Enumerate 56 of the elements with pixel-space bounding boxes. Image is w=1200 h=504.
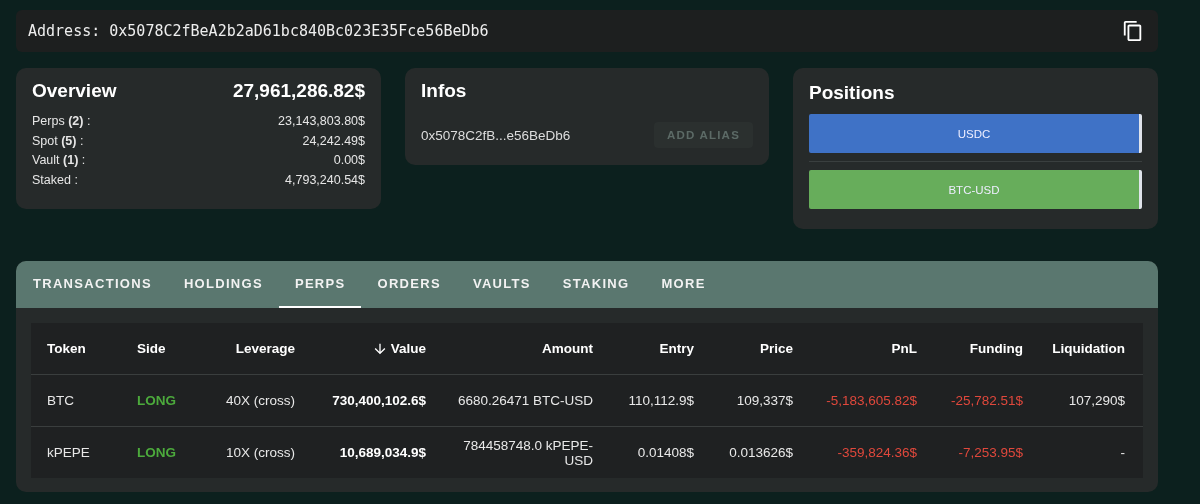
tab[interactable]: TRANSACTIONS (17, 261, 168, 308)
line-label: Vault (1) : (32, 152, 86, 169)
tab[interactable]: ORDERS (361, 261, 457, 308)
column-header: Leverage (234, 341, 296, 356)
column-header: Token (46, 341, 87, 356)
line-label: Staked : (32, 171, 78, 189)
table-cell-text: 10X (cross) (224, 445, 296, 460)
table-cell-text: 6680.26471 BTC-USD (456, 393, 594, 408)
table-cell-text: 0.013626$ (728, 445, 794, 460)
table-cell-text: -25,782.51$ (949, 393, 1024, 408)
table-cell-text: 109,337$ (735, 393, 794, 408)
tab[interactable]: PERPS (278, 261, 362, 308)
line-label: Spot (5) : (32, 132, 84, 150)
address-text: Address: 0x5078C2fBeA2b2aD61bc840Bc023E35Fce56BeDb6 (28, 22, 489, 40)
table-cell-text: 0.01408$ (636, 445, 695, 460)
column-header: PnL (890, 341, 918, 356)
table-cell-text: LONG (136, 393, 177, 408)
line-value: 0.00$ (333, 152, 365, 169)
column-header: Entry (658, 341, 695, 356)
column-header: Funding (968, 341, 1024, 356)
add-alias-button[interactable]: ADD ALIAS (654, 122, 753, 148)
table-cell-text: 784458748.0 kPEPE-USD (462, 437, 594, 468)
tab[interactable]: MORE (645, 261, 722, 308)
short-address: 0x5078C2fB...e56BeDb6 (421, 127, 571, 143)
card-title: Positions (809, 82, 896, 104)
tab[interactable]: STAKING (546, 261, 646, 308)
card-title: Infos (421, 80, 468, 102)
table-cell-text: 40X (cross) (224, 393, 296, 408)
table-cell-text: -5,183,605.82$ (825, 393, 918, 408)
tab[interactable]: HOLDINGS (167, 261, 279, 308)
column-header: Value (311, 340, 442, 357)
total-value: 27,961,286.82$ (232, 80, 365, 102)
line-value: 24,242.49$ (302, 132, 365, 150)
card-title: Overview (32, 80, 117, 102)
line-value: 23,143,803.80$ (278, 113, 365, 130)
position-bar: BTC-USD (809, 170, 1142, 209)
copy-button[interactable] (1122, 20, 1144, 42)
column-header: Liquidation (1051, 341, 1126, 356)
column-header: Amount (541, 341, 594, 356)
table-cell-text: LONG (136, 445, 177, 460)
table-cell-text: BTC (46, 393, 75, 408)
table-cell-text: 10,689,034.9$ (338, 445, 427, 460)
table-cell-text: 110,112.9$ (627, 393, 695, 408)
table-cell-text: kPEPE (46, 445, 91, 460)
tab[interactable]: VAULTS (456, 261, 547, 308)
table-cell-text: -7,253.95$ (957, 445, 1024, 460)
column-header: Side (136, 341, 167, 356)
line-label: Perps (2) : (32, 113, 91, 130)
table-cell-text: -359,824.36$ (836, 445, 918, 460)
line-value: 4,793,240.54$ (285, 171, 365, 189)
column-header: Price (758, 341, 794, 356)
table-cell-text: 730,400,102.6$ (331, 393, 427, 408)
position-bar: USDC (809, 114, 1142, 153)
table-cell-text: - (1119, 445, 1126, 460)
copy-icon (1122, 20, 1144, 42)
table-cell-text: 107,290$ (1067, 393, 1126, 408)
